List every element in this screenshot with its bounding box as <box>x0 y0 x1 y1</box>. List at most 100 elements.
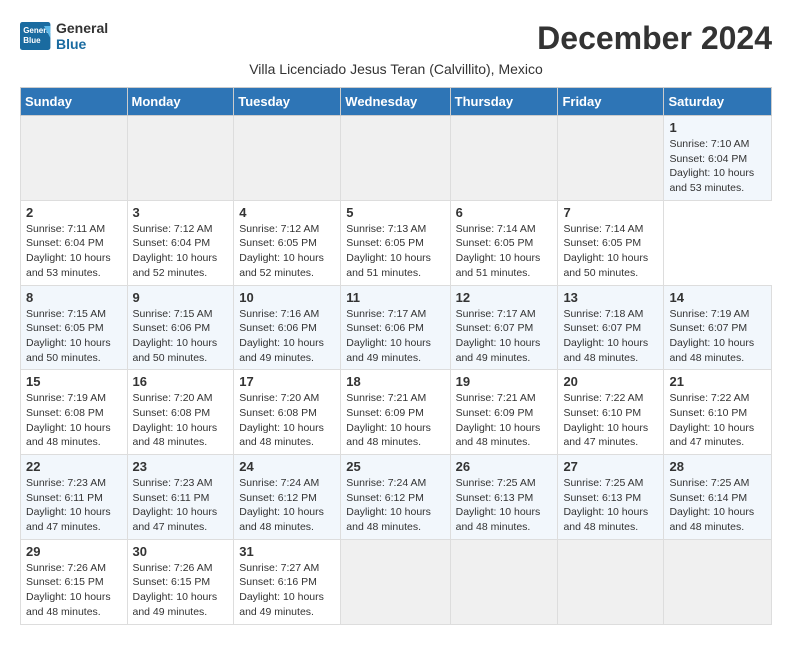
weekday-header-saturday: Saturday <box>664 88 772 116</box>
day-cell-23: 23Sunrise: 7:23 AMSunset: 6:11 PMDayligh… <box>127 455 234 540</box>
day-info: Sunrise: 7:17 AMSunset: 6:07 PMDaylight:… <box>456 307 553 366</box>
day-cell-7: 7 Sunrise: 7:14 AMSunset: 6:05 PMDaylight… <box>558 200 664 285</box>
day-number: 27 <box>563 459 658 474</box>
day-number: 12 <box>456 290 553 305</box>
day-number: 3 <box>133 205 229 220</box>
calendar-week-2: 8 Sunrise: 7:15 AMSunset: 6:05 PMDaylight… <box>21 285 772 370</box>
day-info: Sunrise: 7:12 AMSunset: 6:05 PMDaylight:… <box>239 222 335 281</box>
day-number: 16 <box>133 374 229 389</box>
day-info: Sunrise: 7:17 AMSunset: 6:06 PMDaylight:… <box>346 307 444 366</box>
day-info: Sunrise: 7:15 AMSunset: 6:05 PMDaylight:… <box>26 307 122 366</box>
day-number: 22 <box>26 459 122 474</box>
day-number: 1 <box>669 120 766 135</box>
day-info: Sunrise: 7:12 AMSunset: 6:04 PMDaylight:… <box>133 222 229 281</box>
day-cell-16: 16Sunrise: 7:20 AMSunset: 6:08 PMDayligh… <box>127 370 234 455</box>
empty-cell <box>450 539 558 624</box>
calendar-week-5: 29 Sunrise: 7:26 AMSunset: 6:15 PMDayligh… <box>21 539 772 624</box>
weekday-header-row: SundayMondayTuesdayWednesdayThursdayFrid… <box>21 88 772 116</box>
day-cell-17: 17Sunrise: 7:20 AMSunset: 6:08 PMDayligh… <box>234 370 341 455</box>
day-number: 8 <box>26 290 122 305</box>
empty-cell <box>558 116 664 201</box>
empty-cell <box>21 116 128 201</box>
day-cell-10: 10 Sunrise: 7:16 AMSunset: 6:06 PMDayligh… <box>234 285 341 370</box>
day-info: Sunrise: 7:14 AMSunset: 6:05 PMDaylight:… <box>563 222 658 281</box>
day-info: Sunrise: 7:13 AMSunset: 6:05 PMDaylight:… <box>346 222 444 281</box>
day-number: 24 <box>239 459 335 474</box>
day-number: 4 <box>239 205 335 220</box>
day-cell-29: 29 Sunrise: 7:26 AMSunset: 6:15 PMDayligh… <box>21 539 128 624</box>
day-number: 25 <box>346 459 444 474</box>
day-info: Sunrise: 7:15 AMSunset: 6:06 PMDaylight:… <box>133 307 229 366</box>
day-number: 20 <box>563 374 658 389</box>
day-cell-31: 31Sunrise: 7:27 AMSunset: 6:16 PMDayligh… <box>234 539 341 624</box>
empty-cell <box>341 116 450 201</box>
logo-blue: Blue <box>56 36 108 52</box>
day-info: Sunrise: 7:25 AMSunset: 6:13 PMDaylight:… <box>563 476 658 535</box>
day-cell-21: 21 Sunrise: 7:22 AMSunset: 6:10 PMDayligh… <box>664 370 772 455</box>
day-number: 14 <box>669 290 766 305</box>
day-info: Sunrise: 7:22 AMSunset: 6:10 PMDaylight:… <box>563 391 658 450</box>
day-info: Sunrise: 7:25 AMSunset: 6:14 PMDaylight:… <box>669 476 766 535</box>
day-cell-27: 27 Sunrise: 7:25 AMSunset: 6:13 PMDayligh… <box>558 455 664 540</box>
weekday-header-monday: Monday <box>127 88 234 116</box>
day-number: 18 <box>346 374 444 389</box>
day-info: Sunrise: 7:18 AMSunset: 6:07 PMDaylight:… <box>563 307 658 366</box>
svg-text:Blue: Blue <box>23 36 41 45</box>
day-number: 2 <box>26 205 122 220</box>
day-cell-26: 26 Sunrise: 7:25 AMSunset: 6:13 PMDayligh… <box>450 455 558 540</box>
day-number: 19 <box>456 374 553 389</box>
day-number: 10 <box>239 290 335 305</box>
day-cell-4: 4 Sunrise: 7:12 AMSunset: 6:05 PMDaylight… <box>234 200 341 285</box>
day-cell-3: 3 Sunrise: 7:12 AMSunset: 6:04 PMDaylight… <box>127 200 234 285</box>
day-info: Sunrise: 7:25 AMSunset: 6:13 PMDaylight:… <box>456 476 553 535</box>
day-number: 21 <box>669 374 766 389</box>
empty-cell <box>450 116 558 201</box>
day-number: 28 <box>669 459 766 474</box>
day-info: Sunrise: 7:19 AMSunset: 6:08 PMDaylight:… <box>26 391 122 450</box>
day-cell-30: 30Sunrise: 7:26 AMSunset: 6:15 PMDayligh… <box>127 539 234 624</box>
day-cell-24: 24Sunrise: 7:24 AMSunset: 6:12 PMDayligh… <box>234 455 341 540</box>
day-info: Sunrise: 7:21 AMSunset: 6:09 PMDaylight:… <box>346 391 444 450</box>
empty-cell <box>664 539 772 624</box>
day-info: Sunrise: 7:26 AMSunset: 6:15 PMDaylight:… <box>26 561 122 620</box>
day-cell-13: 13 Sunrise: 7:18 AMSunset: 6:07 PMDayligh… <box>558 285 664 370</box>
month-title: December 2024 <box>537 20 772 57</box>
day-info: Sunrise: 7:27 AMSunset: 6:16 PMDaylight:… <box>239 561 335 620</box>
weekday-header-thursday: Thursday <box>450 88 558 116</box>
day-info: Sunrise: 7:22 AMSunset: 6:10 PMDaylight:… <box>669 391 766 450</box>
empty-cell <box>341 539 450 624</box>
day-number: 17 <box>239 374 335 389</box>
day-info: Sunrise: 7:16 AMSunset: 6:06 PMDaylight:… <box>239 307 335 366</box>
calendar-table: SundayMondayTuesdayWednesdayThursdayFrid… <box>20 87 772 625</box>
day-number: 13 <box>563 290 658 305</box>
weekday-header-sunday: Sunday <box>21 88 128 116</box>
day-cell-11: 11 Sunrise: 7:17 AMSunset: 6:06 PMDayligh… <box>341 285 450 370</box>
header: General Blue General Blue December 2024 <box>20 20 772 57</box>
day-info: Sunrise: 7:19 AMSunset: 6:07 PMDaylight:… <box>669 307 766 366</box>
page-container: General Blue General Blue December 2024 … <box>20 20 772 625</box>
day-info: Sunrise: 7:11 AMSunset: 6:04 PMDaylight:… <box>26 222 122 281</box>
day-info: Sunrise: 7:21 AMSunset: 6:09 PMDaylight:… <box>456 391 553 450</box>
day-cell-18: 18 Sunrise: 7:21 AMSunset: 6:09 PMDayligh… <box>341 370 450 455</box>
logo-icon: General Blue <box>20 22 52 50</box>
calendar-week-4: 22Sunrise: 7:23 AMSunset: 6:11 PMDayligh… <box>21 455 772 540</box>
logo-general: General <box>56 20 108 36</box>
day-info: Sunrise: 7:10 AMSunset: 6:04 PMDaylight:… <box>669 137 766 196</box>
day-cell-28: 28 Sunrise: 7:25 AMSunset: 6:14 PMDayligh… <box>664 455 772 540</box>
weekday-header-friday: Friday <box>558 88 664 116</box>
day-cell-6: 6Sunrise: 7:14 AMSunset: 6:05 PMDaylight… <box>450 200 558 285</box>
empty-cell <box>558 539 664 624</box>
day-info: Sunrise: 7:26 AMSunset: 6:15 PMDaylight:… <box>133 561 229 620</box>
day-number: 11 <box>346 290 444 305</box>
day-cell-15: 15Sunrise: 7:19 AMSunset: 6:08 PMDayligh… <box>21 370 128 455</box>
day-number: 7 <box>563 205 658 220</box>
day-info: Sunrise: 7:14 AMSunset: 6:05 PMDaylight:… <box>456 222 553 281</box>
day-number: 26 <box>456 459 553 474</box>
calendar-week-1: 2 Sunrise: 7:11 AMSunset: 6:04 PMDaylight… <box>21 200 772 285</box>
day-cell-20: 20 Sunrise: 7:22 AMSunset: 6:10 PMDayligh… <box>558 370 664 455</box>
day-info: Sunrise: 7:24 AMSunset: 6:12 PMDaylight:… <box>346 476 444 535</box>
day-cell-9: 9Sunrise: 7:15 AMSunset: 6:06 PMDaylight… <box>127 285 234 370</box>
day-number: 5 <box>346 205 444 220</box>
day-cell-14: 14 Sunrise: 7:19 AMSunset: 6:07 PMDayligh… <box>664 285 772 370</box>
day-number: 29 <box>26 544 122 559</box>
